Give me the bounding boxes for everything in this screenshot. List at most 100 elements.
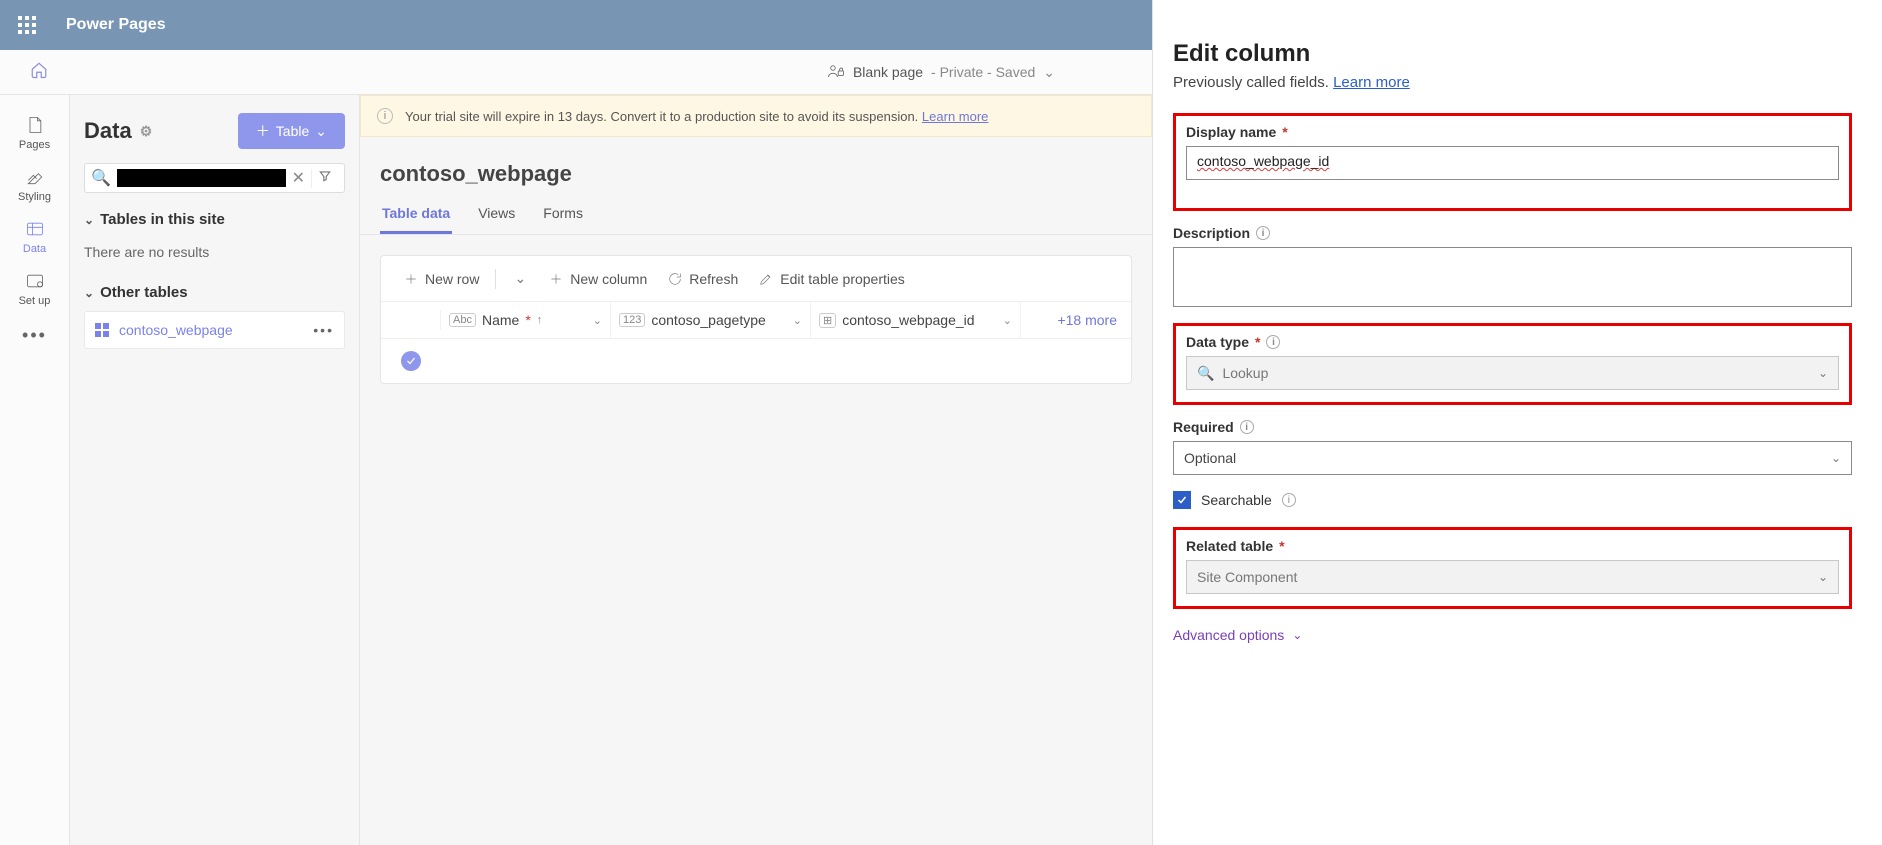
data-type-value: Lookup — [1222, 365, 1268, 381]
banner-learn-more[interactable]: Learn more — [922, 109, 988, 124]
search-icon: 🔍 — [1197, 365, 1214, 381]
section-other-tables[interactable]: ⌄ Other tables — [84, 284, 345, 301]
section-other-label: Other tables — [100, 284, 188, 301]
table-row[interactable] — [381, 339, 1131, 383]
tab-forms[interactable]: Forms — [541, 195, 585, 234]
searchable-checkbox-row[interactable]: Searchable i — [1173, 491, 1852, 509]
column-pagetype[interactable]: 123 contoso_pagetype ⌄ — [611, 302, 811, 338]
display-name-value: contoso_webpage_id — [1197, 153, 1329, 169]
new-table-button[interactable]: ＋ Table ⌄ — [238, 113, 345, 149]
app-launcher-icon[interactable] — [18, 16, 36, 34]
new-row-dropdown[interactable]: ⌄ — [504, 266, 536, 291]
app-title: Power Pages — [66, 16, 166, 34]
sort-asc-icon: ↑ — [537, 314, 543, 326]
display-name-input[interactable]: contoso_webpage_id — [1186, 146, 1839, 180]
tab-views[interactable]: Views — [476, 195, 517, 234]
description-label: Description — [1173, 225, 1250, 241]
tabs: Table data Views Forms — [360, 195, 1152, 235]
lookup-type-icon: ⊞ — [819, 313, 836, 328]
table-item-contoso-webpage[interactable]: contoso_webpage ••• — [84, 311, 345, 349]
checkbox-checked-icon[interactable] — [1173, 491, 1191, 509]
panel-subtitle: Previously called fields. — [1173, 74, 1333, 91]
text-type-icon: Abc — [449, 313, 476, 327]
chevron-down-icon[interactable]: ⌄ — [793, 314, 802, 327]
rail-pages[interactable]: Pages — [0, 105, 69, 157]
info-icon[interactable]: i — [1240, 420, 1254, 434]
chevron-down-icon: ⌄ — [1292, 628, 1302, 642]
col-pagetype-label: contoso_pagetype — [651, 312, 765, 328]
edit-properties-button[interactable]: Edit table properties — [750, 267, 913, 291]
data-type-select: 🔍 Lookup ⌄ — [1186, 356, 1839, 390]
separator — [495, 269, 496, 289]
row-more-icon[interactable]: ••• — [313, 322, 334, 338]
tab-table-data[interactable]: Table data — [380, 195, 452, 234]
search-icon: 🔍 — [91, 168, 111, 188]
required-value: Optional — [1184, 450, 1236, 466]
chevron-down-icon[interactable]: ⌄ — [1043, 64, 1055, 81]
col-webpage-label: contoso_webpage_id — [842, 312, 974, 328]
rail-data-label: Data — [23, 243, 46, 255]
search-input[interactable] — [117, 169, 286, 187]
searchable-label: Searchable — [1201, 492, 1272, 508]
display-name-label: Display name — [1186, 124, 1276, 140]
grid-header: Abc Name* ↑ ⌄ 123 contoso_pagetype ⌄ ⊞ c… — [381, 302, 1131, 339]
row-check[interactable] — [381, 351, 441, 371]
chevron-down-icon: ⌄ — [315, 123, 327, 140]
advanced-label: Advanced options — [1173, 627, 1284, 643]
rail-styling[interactable]: Styling — [0, 157, 69, 209]
column-webpage-id[interactable]: ⊞ contoso_webpage_id ⌄ — [811, 302, 1021, 338]
info-icon[interactable]: i — [1266, 335, 1280, 349]
data-type-label: Data type — [1186, 334, 1249, 350]
header-check[interactable] — [381, 310, 441, 330]
rail-pages-label: Pages — [19, 139, 50, 151]
number-type-icon: 123 — [619, 313, 645, 327]
advanced-options-toggle[interactable]: Advanced options ⌄ — [1173, 627, 1852, 643]
required-select[interactable]: Optional ⌄ — [1173, 441, 1852, 475]
more-columns[interactable]: +18 more — [1043, 302, 1131, 338]
page-name: Blank page — [853, 64, 923, 80]
related-table-value: Site Component — [1197, 569, 1297, 585]
info-icon[interactable]: i — [1282, 493, 1296, 507]
required-label: Required — [1173, 419, 1234, 435]
filter-icon[interactable] — [311, 169, 338, 188]
info-icon[interactable]: i — [1256, 226, 1270, 240]
new-table-label: Table — [276, 123, 309, 139]
column-name[interactable]: Abc Name* ↑ ⌄ — [441, 302, 611, 338]
new-column-button[interactable]: New column — [540, 267, 655, 291]
clear-icon[interactable]: ✕ — [286, 168, 311, 188]
learn-more-link[interactable]: Learn more — [1333, 74, 1410, 91]
tables-panel: Data ⚙ ＋ Table ⌄ 🔍 ✕ ⌄ Tables in this si… — [70, 95, 360, 845]
page-status-text: - Private - Saved — [931, 64, 1035, 80]
section-tables-in-site[interactable]: ⌄ Tables in this site — [84, 211, 345, 228]
edit-column-panel: Edit column Previously called fields. Le… — [1152, 0, 1882, 845]
highlight-data-type: Data type*i 🔍Lookup ⌄ — [1173, 323, 1852, 405]
home-icon[interactable] — [30, 61, 48, 84]
col-name-label: Name — [482, 312, 519, 328]
empty-results: There are no results — [84, 238, 345, 274]
new-row-button[interactable]: New row — [395, 267, 487, 291]
table-title: contoso_webpage — [360, 137, 1152, 195]
panel-title: Data — [84, 118, 132, 144]
rail-more-icon[interactable]: ••• — [22, 313, 47, 358]
info-icon: i — [377, 108, 393, 124]
page-status[interactable]: Blank page - Private - Saved ⌄ — [827, 62, 1055, 83]
trial-banner: i Your trial site will expire in 13 days… — [360, 95, 1152, 137]
search-row: 🔍 ✕ — [84, 163, 345, 193]
rail-setup[interactable]: Set up — [0, 261, 69, 313]
chevron-down-icon[interactable]: ⌄ — [593, 314, 602, 327]
rail-setup-label: Set up — [19, 295, 51, 307]
rail-data[interactable]: Data — [0, 209, 69, 261]
chevron-down-icon[interactable]: ⌄ — [1003, 314, 1012, 327]
gear-icon[interactable]: ⚙ — [140, 123, 153, 140]
people-lock-icon — [827, 62, 845, 83]
chevron-down-icon: ⌄ — [1831, 451, 1841, 465]
related-table-label: Related table — [1186, 538, 1273, 554]
main-content: i Your trial site will expire in 13 days… — [360, 95, 1152, 845]
highlight-display-name: Display name* contoso_webpage_id — [1173, 113, 1852, 211]
description-input[interactable] — [1173, 247, 1852, 307]
left-rail: Pages Styling Data Set up ••• — [0, 95, 70, 845]
new-column-label: New column — [570, 271, 647, 287]
refresh-button[interactable]: Refresh — [659, 267, 746, 291]
table-item-label: contoso_webpage — [119, 322, 233, 338]
chevron-down-icon: ⌄ — [1818, 366, 1828, 380]
